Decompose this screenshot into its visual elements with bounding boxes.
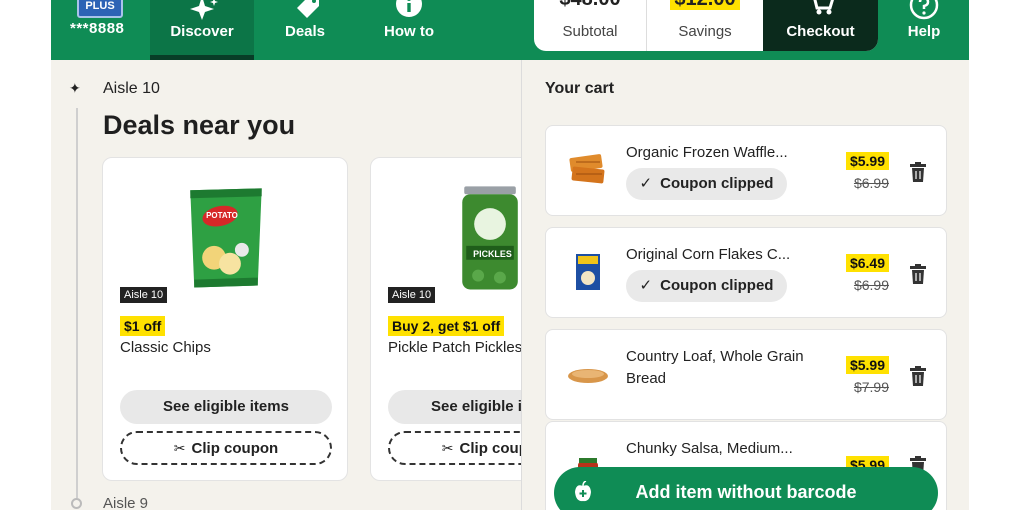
trash-icon[interactable] <box>909 366 927 386</box>
timeline-dot <box>71 498 82 509</box>
cart-item-price: $5.99 <box>845 356 889 374</box>
svg-text:POTATO: POTATO <box>206 211 238 220</box>
sparkle-icon: ✦ <box>69 80 81 96</box>
cart-title: Your cart <box>545 80 615 97</box>
nav-active-indicator <box>150 55 254 60</box>
clip-coupon-label: Clip coupon <box>191 440 279 457</box>
promo-badge: Buy 2, get $1 off <box>388 316 505 336</box>
cart-item-original-price: $7.99 <box>853 379 889 395</box>
cart-item-price: $5.99 <box>845 152 889 170</box>
loyalty-card-logo: PLUS <box>77 0 123 18</box>
savings: $12.00 Savings <box>647 0 763 51</box>
aisle-tag: Aisle 10 <box>120 287 168 303</box>
nav-discover[interactable]: Discover <box>150 0 254 60</box>
savings-label: Savings <box>678 23 732 40</box>
aisle-heading: Aisle 10 <box>103 80 160 97</box>
deals-title: Deals near you <box>103 110 296 140</box>
app-frame: PLUS ***8888 Discover Deals How to Subto… <box>51 0 969 510</box>
info-icon <box>396 0 422 17</box>
cart-item-name: Chunky Salsa, Medium... <box>626 440 793 457</box>
coupon-clipped-badge: ✓ Coupon clipped <box>626 168 787 200</box>
checkout-label: Checkout <box>786 23 855 40</box>
cart-item-price: $6.49 <box>845 254 889 272</box>
cart-item-original-price: $6.99 <box>853 277 889 293</box>
aisle-tag: Aisle 10 <box>388 287 436 303</box>
trash-icon[interactable] <box>909 162 927 182</box>
bread-thumbnail <box>568 369 608 383</box>
check-icon: ✓ <box>639 277 653 294</box>
scissors-icon: ✂ <box>441 440 454 456</box>
deal-name: Pickle Patch Pickles <box>388 339 523 356</box>
nav-how-to[interactable]: How to <box>371 0 447 60</box>
cart-item[interactable]: Original Corn Flakes C... ✓ Coupon clippe… <box>545 227 947 318</box>
aisle-timeline <box>76 108 78 498</box>
nav-how-to-label: How to <box>384 23 434 40</box>
coupon-clipped-label: Coupon clipped <box>660 277 774 294</box>
cart-item-name: Original Corn Flakes C... <box>626 246 791 263</box>
cart-item-name: Organic Frozen Waffle... <box>626 144 788 161</box>
next-aisle-heading: Aisle 9 <box>103 495 149 510</box>
sparkle-icon <box>190 0 218 20</box>
loyalty-card-number: ***8888 <box>70 20 125 37</box>
subtotal: $48.00 Subtotal <box>534 0 647 51</box>
nav-help-label: Help <box>907 23 941 40</box>
order-summary: $48.00 Subtotal $12.00 Savings Checkout <box>534 0 878 51</box>
savings-value-wrap: $12.00 <box>647 0 763 11</box>
help-icon <box>909 0 939 20</box>
nav-deals-label: Deals <box>284 23 326 40</box>
cart-item[interactable]: Country Loaf, Whole Grain Bread $5.99 $7… <box>545 329 947 420</box>
trash-icon[interactable] <box>909 264 927 284</box>
clip-coupon-button[interactable]: ✂ Clip coupon <box>120 431 332 465</box>
coupon-clipped-label: Coupon clipped <box>660 175 774 192</box>
add-produce-icon <box>575 481 591 502</box>
cereal-box-thumbnail <box>576 254 600 290</box>
cart-icon <box>813 0 834 15</box>
tag-icon <box>297 0 319 18</box>
deal-name: Classic Chips <box>120 339 211 356</box>
top-bar: PLUS ***8888 Discover Deals How to Subto… <box>51 0 969 60</box>
savings-value: $12.00 <box>670 0 740 10</box>
subtotal-value: $48.00 <box>534 0 646 11</box>
nav-deals[interactable]: Deals <box>271 0 339 60</box>
cart-item[interactable]: Organic Frozen Waffle... ✓ Coupon clipped… <box>545 125 947 216</box>
nav-discover-label: Discover <box>170 23 234 40</box>
deal-card[interactable]: POTATO Aisle 10 $1 off Classic Chips See… <box>102 157 348 481</box>
cart-item-original-price: $6.99 <box>853 175 889 191</box>
waffle-thumbnail <box>569 154 605 184</box>
see-eligible-items-button[interactable]: See eligible items <box>120 390 332 424</box>
cart-item-name: Country Loaf, Whole Grain Bread <box>626 348 804 387</box>
promo-badge: $1 off <box>120 316 166 336</box>
chips-bag-image: POTATO <box>190 188 262 288</box>
scissors-icon: ✂ <box>173 440 186 456</box>
subtotal-label: Subtotal <box>562 23 618 40</box>
add-item-label: Add item without barcode <box>635 482 857 502</box>
check-icon: ✓ <box>639 175 653 192</box>
svg-text:PICKLES: PICKLES <box>473 249 512 259</box>
checkout-button[interactable]: Checkout <box>763 0 878 51</box>
coupon-clipped-badge: ✓ Coupon clipped <box>626 270 787 302</box>
add-item-without-barcode-button[interactable]: Add item without barcode <box>554 467 938 510</box>
cart-panel: Your cart Organic Frozen Waffle... ✓ Coup… <box>521 60 969 510</box>
nav-help[interactable]: Help <box>897 0 951 60</box>
